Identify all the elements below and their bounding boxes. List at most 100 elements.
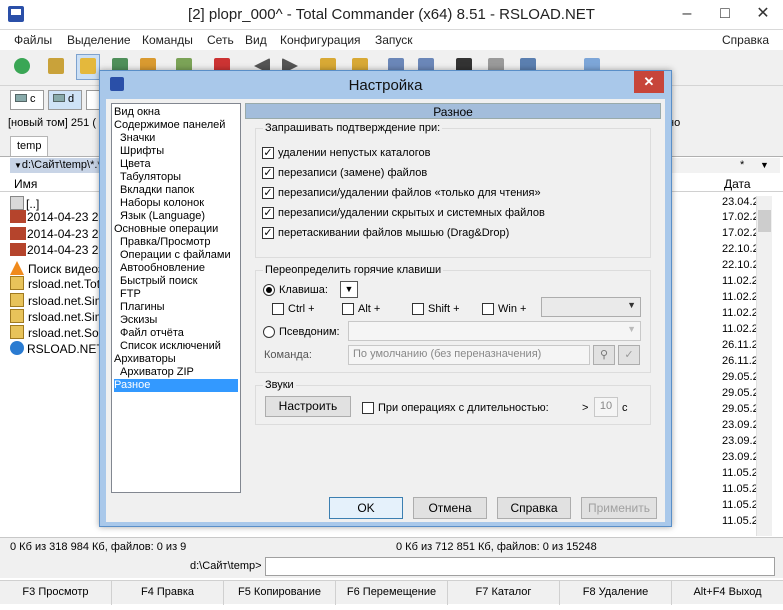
- right-scrollbar[interactable]: [756, 196, 772, 536]
- date-cell: 29.05.2: [722, 387, 759, 399]
- tree-item[interactable]: Плагины: [120, 301, 165, 314]
- dialog-close-button[interactable]: ✕: [634, 71, 664, 93]
- checkbox-hidden-system[interactable]: ✓: [262, 207, 274, 219]
- tree-item[interactable]: Операции с файлами: [120, 249, 231, 262]
- menu-help[interactable]: Справка: [722, 33, 769, 47]
- tab-temp[interactable]: temp: [10, 136, 49, 156]
- checkbox-shift[interactable]: [412, 303, 424, 315]
- f5-copy-button[interactable]: F5 Копирование: [224, 581, 336, 605]
- checkbox-readonly[interactable]: ✓: [262, 187, 274, 199]
- f6-move-button[interactable]: F6 Перемещение: [336, 581, 448, 605]
- menu-net[interactable]: Сеть: [207, 33, 234, 47]
- dialog-title: Настройка: [348, 77, 423, 94]
- configure-sounds-button[interactable]: Настроить: [265, 396, 351, 417]
- date-cell: 11.05.2: [722, 483, 758, 495]
- f8-delete-button[interactable]: F8 Удаление: [560, 581, 672, 605]
- col-name-header[interactable]: Имя: [14, 177, 37, 191]
- date-cell: 11.02.2: [722, 323, 758, 335]
- tree-item[interactable]: Автообновление: [120, 262, 205, 275]
- tree-item[interactable]: Файл отчёта: [120, 327, 184, 340]
- date-cell: 23.09.2: [722, 419, 759, 431]
- menu-start[interactable]: Запуск: [375, 33, 413, 47]
- cmd-input[interactable]: [265, 557, 775, 576]
- menu-config[interactable]: Конфигурация: [280, 33, 361, 47]
- brief-icon: [48, 58, 64, 74]
- f3-view-button[interactable]: F3 Просмотр: [0, 581, 112, 605]
- alias-select[interactable]: ▼: [348, 321, 641, 341]
- browse-command-button[interactable]: ⚲: [593, 345, 615, 365]
- scroll-thumb[interactable]: [758, 210, 771, 232]
- checkbox-delete-nonempty[interactable]: ✓: [262, 147, 274, 159]
- tree-item-selected[interactable]: Разное: [114, 379, 238, 392]
- alt-f4-exit-button[interactable]: Alt+F4 Выход: [672, 581, 783, 605]
- chevron-down-icon: ▼: [627, 324, 636, 334]
- tree-item[interactable]: Вид окна: [114, 106, 160, 119]
- tree-item[interactable]: Правка/Просмотр: [120, 236, 210, 249]
- menu-selection[interactable]: Выделение: [67, 33, 131, 47]
- cancel-button[interactable]: Отмена: [413, 497, 487, 519]
- close-window-button[interactable]: ✕: [744, 0, 782, 30]
- checkbox-long-ops[interactable]: [362, 402, 374, 414]
- dialog-body: Вид окна Содержимое панелей Значки Шрифт…: [106, 99, 665, 522]
- key-combo-select[interactable]: ▼: [541, 297, 641, 317]
- seconds-input[interactable]: 10: [594, 397, 618, 417]
- ok-button[interactable]: OK: [329, 497, 403, 519]
- tree-item[interactable]: Язык (Language): [120, 210, 205, 223]
- radio-key[interactable]: [263, 284, 275, 296]
- tree-item[interactable]: Основные операции: [114, 223, 218, 236]
- minimize-button[interactable]: –: [668, 0, 706, 30]
- menu-view[interactable]: Вид: [245, 33, 267, 47]
- seconds-unit: с: [622, 402, 628, 414]
- drive-net-button[interactable]: [86, 90, 100, 110]
- function-key-bar: F3 Просмотр F4 Правка F5 Копирование F6 …: [0, 580, 783, 605]
- checkbox-ctrl[interactable]: [272, 303, 284, 315]
- brief-view-button[interactable]: [44, 54, 68, 80]
- tree-item[interactable]: Шрифты: [120, 145, 164, 158]
- settings-tree[interactable]: Вид окна Содержимое панелей Значки Шрифт…: [111, 103, 241, 493]
- checkbox-alt[interactable]: [342, 303, 354, 315]
- apply-button[interactable]: Применить: [581, 497, 657, 519]
- menu-commands[interactable]: Команды: [142, 33, 193, 47]
- f7-mkdir-button[interactable]: F7 Каталог: [448, 581, 560, 605]
- tree-item[interactable]: Содержимое панелей: [114, 119, 225, 132]
- tree-item[interactable]: Архиваторы: [114, 353, 176, 366]
- checkbox-win[interactable]: [482, 303, 494, 315]
- tree-item[interactable]: Вкладки папок: [120, 184, 194, 197]
- maximize-button[interactable]: □: [706, 0, 744, 30]
- tree-item[interactable]: FTP: [120, 288, 141, 301]
- apply-command-button[interactable]: ✓: [618, 345, 640, 365]
- tree-item[interactable]: Цвета: [120, 158, 151, 171]
- tree-item[interactable]: Наборы колонок: [120, 197, 204, 210]
- chevron-down-icon[interactable]: ▼: [760, 160, 769, 170]
- date-cell: 17.02.2: [722, 211, 759, 223]
- checkbox-overwrite[interactable]: ✓: [262, 167, 274, 179]
- tree-item[interactable]: Архиватор ZIP: [120, 366, 194, 379]
- tree-item[interactable]: Эскизы: [120, 314, 157, 327]
- tree-item[interactable]: Значки: [120, 132, 155, 145]
- window-titlebar[interactable]: [2] plopr_000^ - Total Commander (x64) 8…: [0, 0, 783, 30]
- ctrl-label: Ctrl +: [288, 303, 315, 315]
- tree-item[interactable]: Табуляторы: [120, 171, 181, 184]
- tree-item[interactable]: Быстрый поиск: [120, 275, 197, 288]
- drive-d-button[interactable]: d: [48, 90, 82, 110]
- checkbox-drag-drop[interactable]: ✓: [262, 227, 274, 239]
- checkmark-icon: ✓: [624, 349, 634, 361]
- alias-label: Псевдоним:: [279, 326, 340, 338]
- key-dropdown[interactable]: ▼: [340, 281, 358, 298]
- menu-files[interactable]: Файлы: [14, 33, 52, 47]
- radio-alias[interactable]: [263, 326, 275, 338]
- refresh-button[interactable]: [10, 54, 34, 80]
- cmd-path: d:\Сайт\temp>: [190, 560, 262, 572]
- drive-c-button[interactable]: c: [10, 90, 44, 110]
- tree-item[interactable]: Список исключений: [120, 340, 221, 353]
- dialog-titlebar[interactable]: Настройка ✕: [100, 71, 671, 99]
- date-cell: 29.05.2: [722, 371, 759, 383]
- key-label: Клавиша:: [279, 284, 328, 296]
- drive-c-label: c: [30, 93, 36, 105]
- help-button[interactable]: Справка: [497, 497, 571, 519]
- chevron-down-icon: ▼: [627, 300, 636, 310]
- full-view-button[interactable]: [76, 54, 100, 80]
- f4-edit-button[interactable]: F4 Правка: [112, 581, 224, 605]
- col-date-header[interactable]: Дата: [724, 177, 751, 191]
- command-input[interactable]: По умолчанию (без переназначения): [348, 345, 590, 365]
